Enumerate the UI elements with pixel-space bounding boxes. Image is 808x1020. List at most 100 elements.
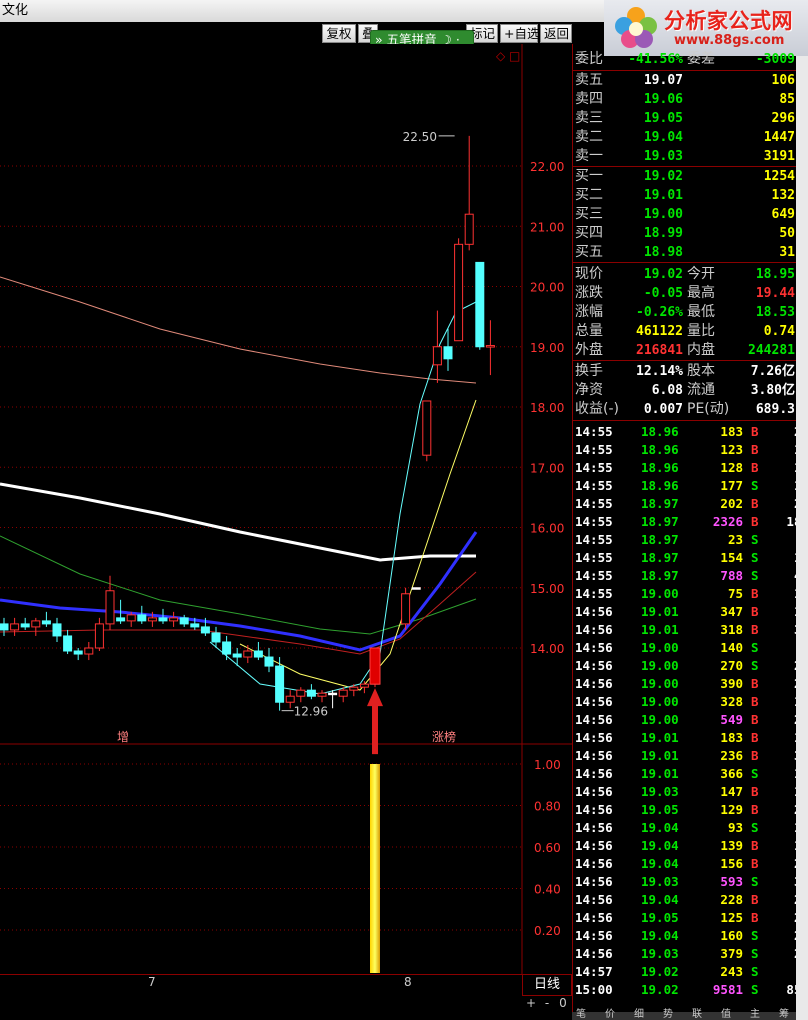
- bid-row: 买五 18.98 31: [573, 243, 808, 262]
- tick-side: S: [751, 550, 759, 565]
- tick-side: B: [751, 604, 759, 619]
- candle-body: [338, 689, 348, 697]
- zoom-reset-button[interactable]: 0: [556, 996, 570, 1012]
- tick-side: S: [751, 964, 759, 979]
- ask-volume: 106: [771, 73, 795, 88]
- ask-price: 19.03: [643, 149, 683, 164]
- tick-time: 14:56: [575, 676, 613, 691]
- candle-body: [20, 623, 30, 628]
- stat-value-2: 244281: [748, 343, 795, 358]
- fund-label: 收益(-): [575, 401, 619, 417]
- tick-time: 14:56: [575, 622, 613, 637]
- candle-body: [0, 623, 9, 631]
- tick-row: 14:5619.05125B25: [573, 909, 808, 927]
- fund-value: 0.007: [643, 402, 683, 417]
- kline-chart[interactable]: ◇ □ 22.00 21.00 20.00 19.00 18.00 17.00 16.00 1…: [0, 44, 572, 974]
- fund-value: 12.14%: [636, 364, 683, 379]
- fund-value-2: 7.26亿: [750, 364, 795, 379]
- tick-side: B: [751, 802, 759, 817]
- tick-time: 14:55: [575, 460, 613, 475]
- candle-body: [317, 692, 327, 697]
- quote-tab[interactable]: 值: [721, 1009, 731, 1020]
- tick-row: 14:5619.00140S9: [573, 639, 808, 657]
- tick-time: 15:00: [575, 982, 613, 997]
- stat-value-2: 19.44: [755, 286, 795, 301]
- tick-side: B: [751, 424, 759, 439]
- candle-body: [401, 593, 411, 625]
- fuquan-button[interactable]: 复权: [322, 24, 356, 43]
- stat-value: 216841: [636, 343, 683, 358]
- ask-label: 卖一: [575, 148, 603, 164]
- fund-value-2: 3.80亿: [750, 383, 795, 398]
- candle-body: [285, 695, 295, 703]
- quote-tab[interactable]: 主: [750, 1009, 760, 1020]
- bid-row: 买四 18.99 50: [573, 224, 808, 243]
- price-tick-label: 22.00: [530, 160, 564, 174]
- add-watchlist-button[interactable]: +自选: [500, 24, 539, 43]
- quote-tab[interactable]: 筹: [779, 1009, 789, 1020]
- ask-volume: 1447: [763, 130, 795, 145]
- tick-side: S: [751, 532, 759, 547]
- tick-time: 14:56: [575, 928, 613, 943]
- quote-tab[interactable]: 价: [605, 1009, 615, 1020]
- tick-volume: 318: [720, 622, 743, 637]
- tick-volume: 788: [720, 568, 743, 583]
- tick-row: 14:5518.97788S49: [573, 567, 808, 585]
- bid-row: 买二 19.01 132: [573, 186, 808, 205]
- candle-body: [200, 626, 210, 634]
- tick-price: 18.97: [641, 532, 679, 547]
- tick-volume: 183: [720, 424, 743, 439]
- tick-volume: 347: [720, 604, 743, 619]
- candle-body: [264, 656, 274, 667]
- tick-price: 19.03: [641, 784, 679, 799]
- price-tick-label: 18.00: [530, 401, 564, 415]
- fund-label-2: 流通: [687, 382, 715, 398]
- quote-tab[interactable]: 联: [692, 1009, 702, 1020]
- tick-price: 19.04: [641, 820, 679, 835]
- price-tick-label: 20.00: [530, 281, 564, 295]
- candle-body: [454, 243, 464, 342]
- bid-label: 买五: [575, 244, 603, 260]
- tick-time: 14:56: [575, 874, 613, 889]
- candle-body: [464, 213, 474, 245]
- stat-value: 461122: [636, 324, 683, 339]
- ask-label: 卖三: [575, 110, 603, 126]
- price-tick-label: 15.00: [530, 582, 564, 596]
- quote-tab[interactable]: 势: [663, 1009, 673, 1020]
- tick-row: 14:57 19.02 243 S: [573, 963, 808, 981]
- low-annotation: 12.96: [294, 705, 328, 719]
- ask-price: 19.06: [643, 92, 683, 107]
- candle-body: [296, 689, 306, 697]
- tick-side: B: [751, 784, 759, 799]
- tick-side: B: [751, 514, 759, 529]
- tick-row: 14:5619.0493S13: [573, 819, 808, 837]
- period-selector[interactable]: 日线: [522, 974, 572, 996]
- quote-tab[interactable]: 细: [634, 1009, 644, 1020]
- tick-volume: 202: [720, 496, 743, 511]
- tick-row: 14:5619.04228B21: [573, 891, 808, 909]
- back-button[interactable]: 返回: [540, 24, 572, 43]
- tick-volume: 128: [720, 460, 743, 475]
- tick-volume: 129: [720, 802, 743, 817]
- tick-row: 14:5619.04156B20: [573, 855, 808, 873]
- logo-text: 分析家公式网: [664, 9, 793, 33]
- zoom-out-button[interactable]: -: [540, 996, 554, 1012]
- tick-time: 14:56: [575, 766, 613, 781]
- quote-tab[interactable]: 笔: [576, 1009, 586, 1020]
- tick-time: 14:56: [575, 694, 613, 709]
- bid-row: 买三 19.00 649: [573, 205, 808, 224]
- zoom-in-button[interactable]: +: [524, 996, 538, 1012]
- bid-label: 买二: [575, 187, 603, 203]
- weicha-value: -3009: [755, 52, 795, 67]
- candle-body: [475, 261, 485, 348]
- date-label-8: 8: [404, 975, 412, 989]
- candle-body: [116, 617, 126, 622]
- tick-time: 14:56: [575, 730, 613, 745]
- tick-row: 14:5619.04160S25: [573, 927, 808, 945]
- bid-price: 18.99: [643, 226, 683, 241]
- tick-volume: 9581: [712, 982, 743, 997]
- tick-time: 14:55: [575, 550, 613, 565]
- candle-body: [485, 345, 495, 348]
- tick-time: 14:55: [575, 586, 613, 601]
- tick-row: 14:5518.9723S6: [573, 531, 808, 549]
